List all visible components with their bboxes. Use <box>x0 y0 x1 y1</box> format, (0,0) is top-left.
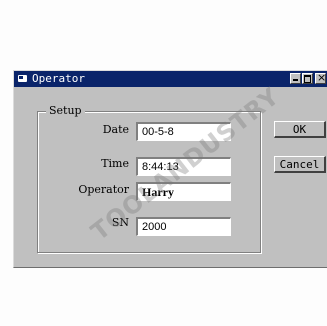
close-icon[interactable] <box>315 71 326 84</box>
sn-label: SN <box>111 216 129 229</box>
setup-group-label: Setup <box>46 104 85 117</box>
operator-label: Operator <box>78 183 129 196</box>
minimize-icon[interactable] <box>290 73 301 84</box>
time-label: Time <box>101 157 129 170</box>
operator-field[interactable] <box>136 182 231 201</box>
cancel-button[interactable]: Cancel <box>274 156 326 173</box>
window-title: Operator <box>32 72 85 85</box>
ok-button[interactable]: OK <box>274 121 326 138</box>
date-field[interactable] <box>136 122 231 141</box>
date-label: Date <box>102 123 129 136</box>
window-icon <box>18 75 27 82</box>
time-field[interactable] <box>136 157 231 176</box>
operator-dialog: Operator Setup Date Time Operator SN OK … <box>13 70 327 268</box>
maximize-icon[interactable] <box>302 73 313 84</box>
title-bar[interactable]: Operator <box>14 71 327 87</box>
sn-field[interactable] <box>136 217 231 236</box>
